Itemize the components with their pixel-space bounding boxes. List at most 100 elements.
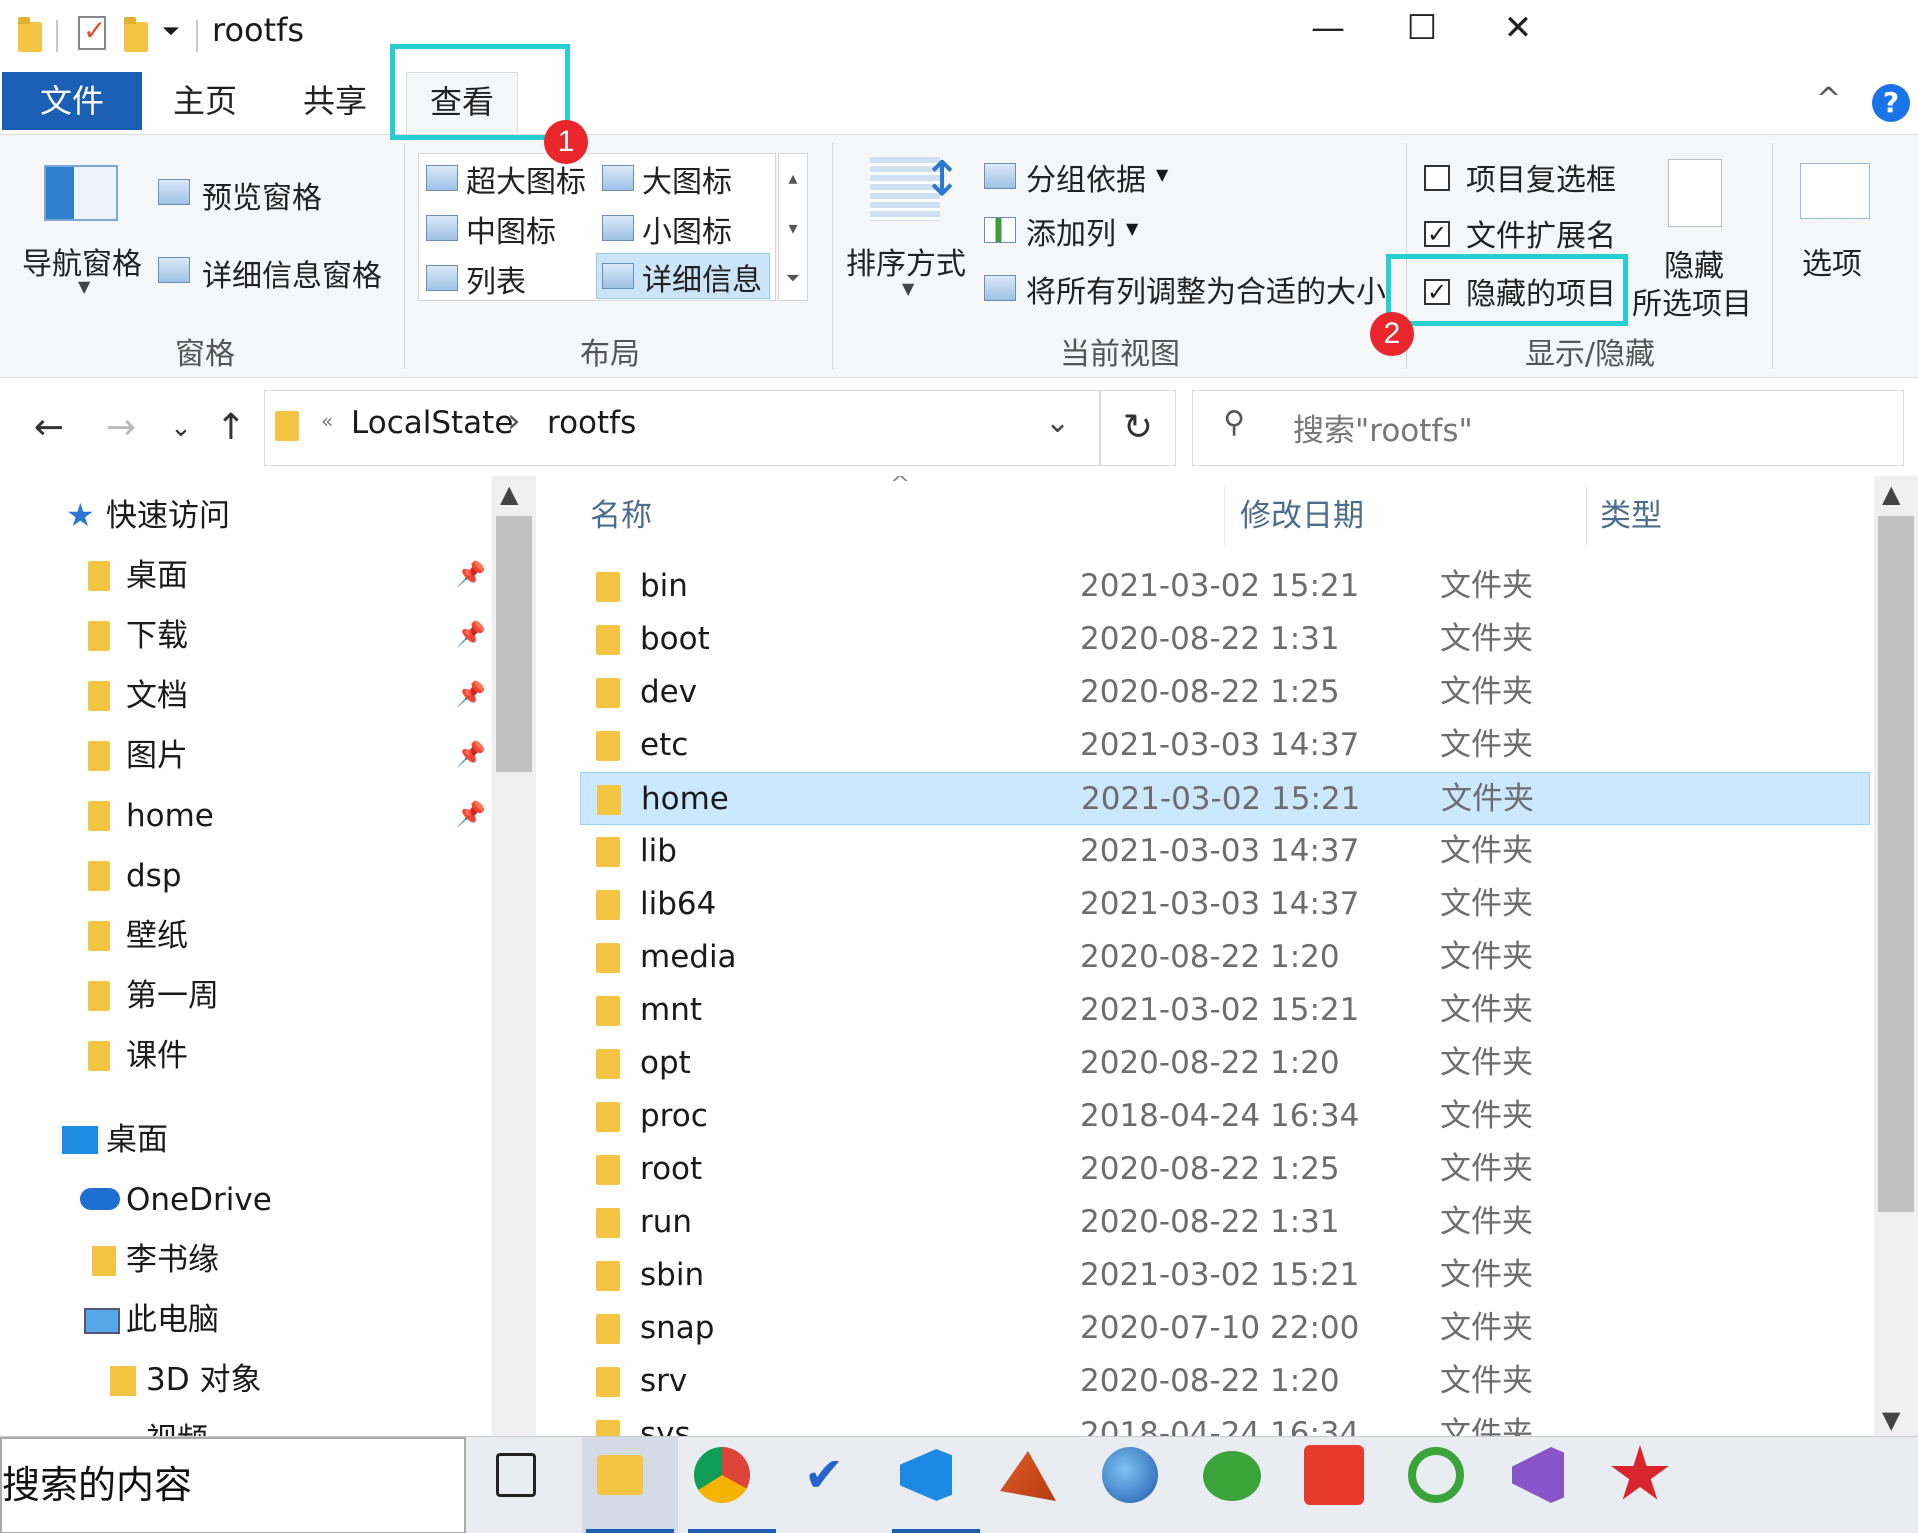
navigation-pane-icon[interactable] <box>44 165 118 221</box>
pin-icon[interactable]: 📌 <box>456 620 486 648</box>
file-extensions-checkbox[interactable]: ✓ <box>1424 221 1450 247</box>
scroll-down-icon[interactable]: ▼ <box>1882 1406 1900 1434</box>
maximize-button[interactable]: ☐ <box>1392 0 1452 64</box>
nav-videos[interactable]: 视频 <box>146 1410 208 1436</box>
taskbar-task-view-button[interactable] <box>480 1437 576 1533</box>
forward-arrow-icon[interactable]: → <box>96 380 146 476</box>
nav-desktop[interactable]: 桌面 <box>106 1110 168 1170</box>
help-icon[interactable]: ? <box>1872 84 1910 122</box>
layout-small-icons[interactable]: 小图标 <box>642 207 732 251</box>
preview-pane-button[interactable]: 预览窗格 <box>202 173 322 217</box>
minimize-button[interactable]: — <box>1298 0 1358 64</box>
new-folder-icon[interactable] <box>124 17 148 52</box>
layout-details[interactable]: 详细信息 <box>642 255 762 299</box>
nav-quick-access-item[interactable]: dsp <box>126 846 182 906</box>
size-all-columns-button[interactable]: 将所有列调整为合适的大小 <box>1026 267 1386 311</box>
nav-user[interactable]: 李书缘 <box>126 1230 219 1290</box>
collapse-ribbon-icon[interactable]: ^ <box>1816 82 1841 117</box>
customize-quick-access-chevron-icon[interactable]: ⏷ <box>162 14 180 50</box>
pin-icon[interactable]: 📌 <box>456 800 486 828</box>
file-scroll-thumb[interactable] <box>1878 516 1914 1212</box>
breadcrumb-localstate[interactable]: LocalState <box>351 405 513 441</box>
nav-onedrive[interactable]: OneDrive <box>126 1170 272 1230</box>
breadcrumb-rootfs[interactable]: rootfs <box>547 405 636 441</box>
options-button[interactable]: 选项 <box>1802 239 1862 283</box>
table-row[interactable]: lib 2021-03-03 14:37 文件夹 <box>580 825 1870 878</box>
layout-medium-icons[interactable]: 中图标 <box>466 207 556 251</box>
item-checkboxes-label[interactable]: 项目复选框 <box>1466 155 1616 199</box>
taskbar-todo-button[interactable]: ✔ <box>786 1437 882 1533</box>
column-header-name[interactable]: 名称 <box>590 486 652 546</box>
table-row[interactable]: mnt 2021-03-02 15:21 文件夹 <box>580 984 1870 1037</box>
sort-by-button[interactable]: 排序方式 <box>846 239 966 283</box>
table-row[interactable]: proc 2018-04-24 16:34 文件夹 <box>580 1090 1870 1143</box>
up-arrow-icon[interactable]: ↑ <box>206 380 256 476</box>
taskbar-file-explorer-button[interactable] <box>582 1437 678 1533</box>
properties-checkmark-icon[interactable]: ✓ <box>78 14 106 50</box>
taskbar-edge-like-button[interactable] <box>1092 1437 1188 1533</box>
taskbar-red-star-app-button[interactable] <box>1602 1437 1698 1533</box>
table-row[interactable]: sbin 2021-03-02 15:21 文件夹 <box>580 1249 1870 1302</box>
address-bar[interactable]: « LocalState › rootfs ⌄ <box>264 390 1100 466</box>
scroll-up-icon[interactable]: ▲ <box>1882 480 1900 508</box>
file-extensions-label[interactable]: 文件扩展名 <box>1466 211 1616 255</box>
nav-quick-access-item[interactable]: home <box>126 786 214 846</box>
table-row[interactable]: etc 2021-03-03 14:37 文件夹 <box>580 719 1870 772</box>
table-row[interactable]: srv 2020-08-22 1:20 文件夹 <box>580 1355 1870 1408</box>
table-row[interactable]: sys 2018-04-24 16:34 文件夹 <box>580 1408 1870 1436</box>
nav-3d-objects[interactable]: 3D 对象 <box>146 1350 261 1410</box>
nav-this-pc[interactable]: 此电脑 <box>126 1290 219 1350</box>
taskbar-red-x-app-button[interactable] <box>1296 1437 1392 1533</box>
table-row[interactable]: run 2020-08-22 1:31 文件夹 <box>580 1196 1870 1249</box>
taskbar-search-box[interactable]: 搜索的内容 <box>0 1437 466 1533</box>
details-pane-button[interactable]: 详细信息窗格 <box>202 251 382 295</box>
back-arrow-icon[interactable]: ← <box>24 380 74 476</box>
nav-scroll-thumb[interactable] <box>496 516 532 772</box>
nav-quick-access-item[interactable]: 第一周 <box>126 966 219 1026</box>
taskbar-visual-studio-button[interactable] <box>1500 1437 1596 1533</box>
nav-quick-access-item[interactable]: 课件 <box>126 1026 188 1086</box>
taskbar-matlab-button[interactable] <box>990 1437 1086 1533</box>
taskbar-green-app-button[interactable] <box>1194 1437 1290 1533</box>
address-history-chevron-icon[interactable]: ⌄ <box>1045 405 1070 440</box>
tab-home[interactable]: 主页 <box>150 72 260 130</box>
nav-quick-access-item[interactable]: 壁纸 <box>126 906 188 966</box>
column-header-date[interactable]: 修改日期 <box>1240 486 1364 546</box>
pin-icon[interactable]: 📌 <box>456 680 486 708</box>
recent-locations-chevron-icon[interactable]: ⌄ <box>156 380 206 476</box>
nav-quick-access-item[interactable]: 图片 <box>126 726 188 786</box>
table-row[interactable]: opt 2020-08-22 1:20 文件夹 <box>580 1037 1870 1090</box>
table-row[interactable]: boot 2020-08-22 1:31 文件夹 <box>580 613 1870 666</box>
taskbar-vscode-button[interactable] <box>888 1437 984 1533</box>
nav-quick-access[interactable]: 快速访问 <box>106 486 230 546</box>
table-row[interactable]: media 2020-08-22 1:20 文件夹 <box>580 931 1870 984</box>
pin-icon[interactable]: 📌 <box>456 740 486 768</box>
item-checkboxes-checkbox[interactable] <box>1424 165 1450 191</box>
breadcrumb-overflow-icon[interactable]: « <box>321 409 333 433</box>
nav-quick-access-item[interactable]: 文档 <box>126 666 188 726</box>
taskbar-green-ring-app-button[interactable] <box>1398 1437 1494 1533</box>
refresh-icon[interactable]: ↻ <box>1100 390 1176 466</box>
layout-gallery-scroll[interactable]: ▴ ▾ ⏷ <box>778 153 808 301</box>
breadcrumb-separator-icon[interactable]: › <box>507 401 521 441</box>
scroll-up-icon[interactable]: ▲ <box>500 480 518 508</box>
table-row[interactable]: bin 2021-03-02 15:21 文件夹 <box>580 560 1870 613</box>
column-header-type[interactable]: 类型 <box>1600 486 1662 546</box>
pin-icon[interactable]: 📌 <box>456 560 486 588</box>
add-columns-button[interactable]: 添加列 <box>1026 209 1116 253</box>
hide-selected-line2[interactable]: 所选项目 <box>1632 279 1752 323</box>
table-row[interactable]: snap 2020-07-10 22:00 文件夹 <box>580 1302 1870 1355</box>
table-row[interactable]: root 2020-08-22 1:25 文件夹 <box>580 1143 1870 1196</box>
tab-file[interactable]: 文件 <box>2 72 142 130</box>
table-row[interactable]: home 2021-03-02 15:21 文件夹 <box>580 772 1870 825</box>
table-row[interactable]: dev 2020-08-22 1:25 文件夹 <box>580 666 1870 719</box>
nav-quick-access-item[interactable]: 下载 <box>126 606 188 666</box>
search-box[interactable]: ⚲ 搜索"rootfs" <box>1192 390 1904 466</box>
table-row[interactable]: lib64 2021-03-03 14:37 文件夹 <box>580 878 1870 931</box>
layout-list[interactable]: 列表 <box>466 257 526 301</box>
nav-quick-access-item[interactable]: 桌面 <box>126 546 188 606</box>
close-button[interactable]: ✕ <box>1488 0 1548 64</box>
tab-share[interactable]: 共享 <box>280 72 390 130</box>
group-by-button[interactable]: 分组依据 <box>1026 155 1146 199</box>
layout-large-icons[interactable]: 大图标 <box>642 157 732 201</box>
